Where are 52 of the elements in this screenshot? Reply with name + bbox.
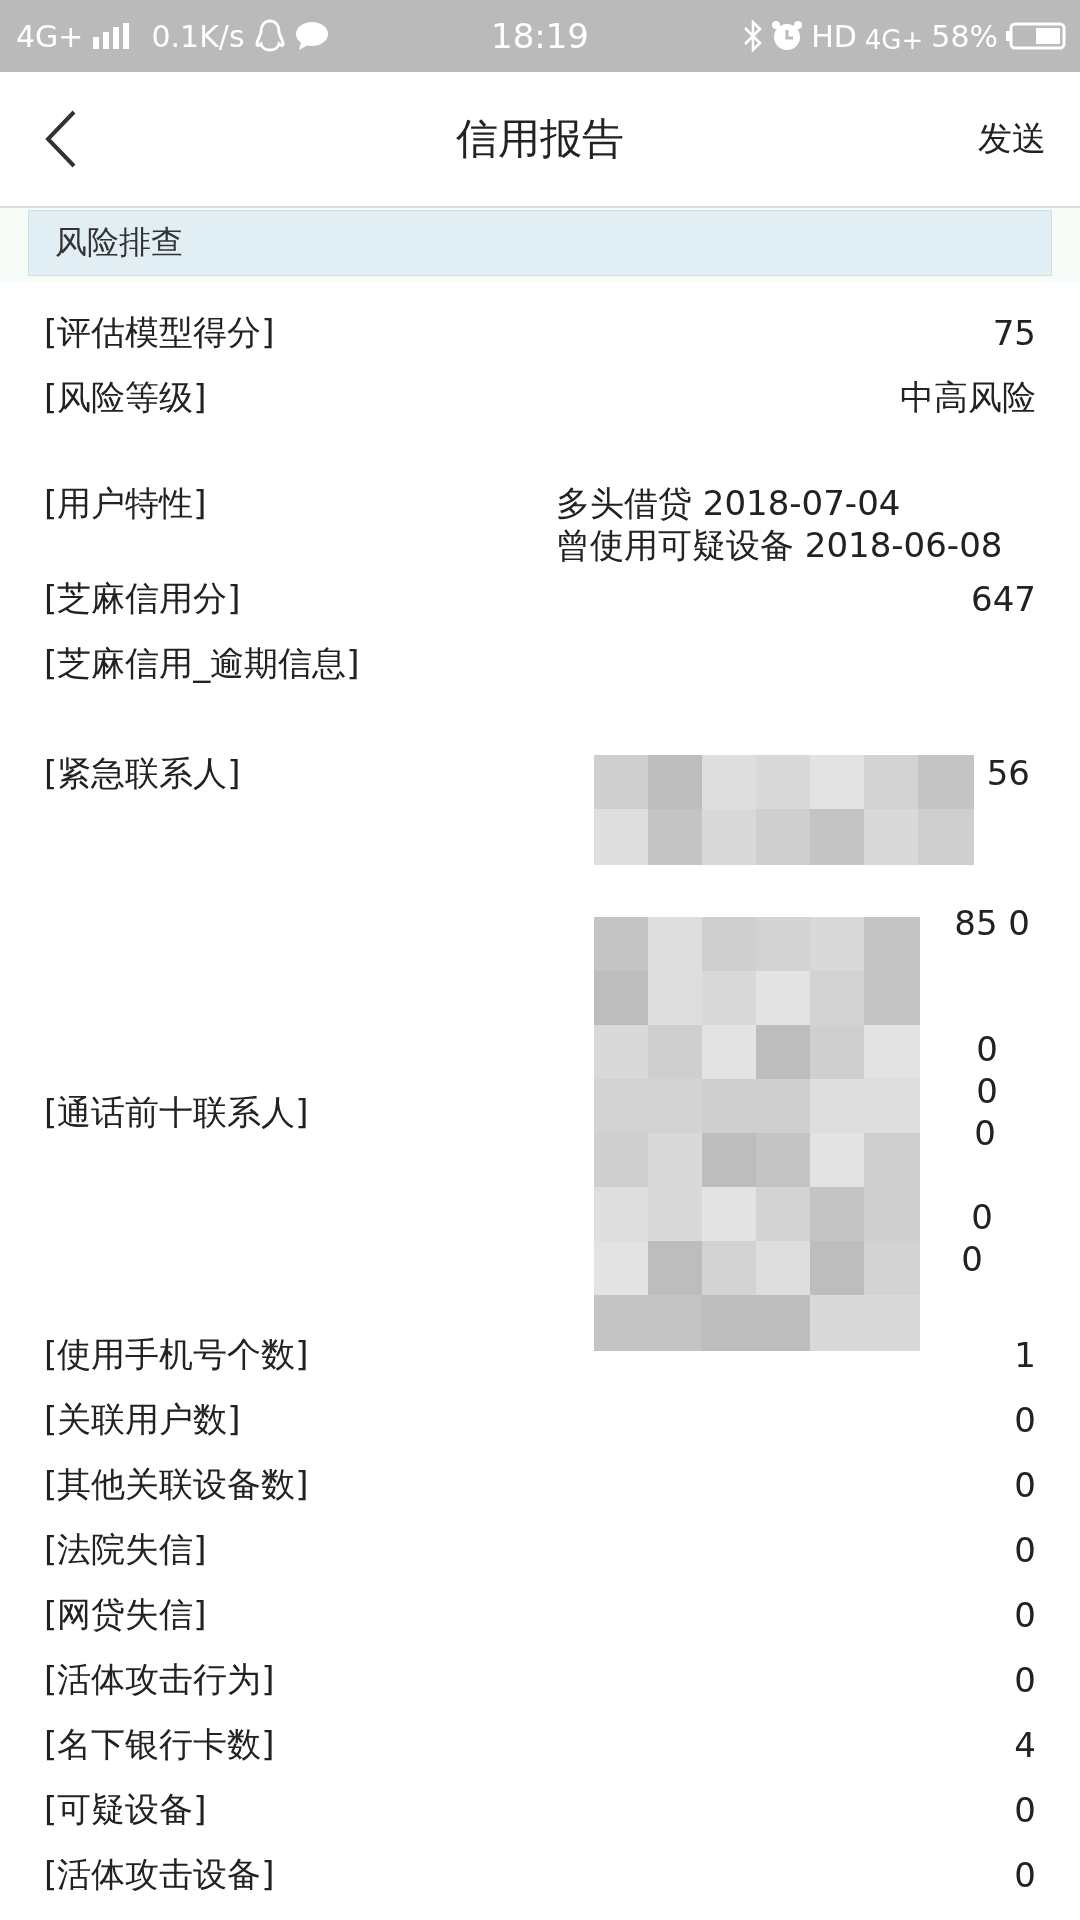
field-label: [用户特性] xyxy=(44,482,207,524)
field-value: 0 xyxy=(971,1196,993,1238)
field-value: 56 xyxy=(986,752,1030,794)
field-label: [可疑设备] xyxy=(44,1788,207,1831)
field-value: 曾使用可疑设备 2018-06-08 xyxy=(556,524,1004,566)
field-value: 0 xyxy=(1014,1854,1036,1895)
network-speed: 0.1K/s xyxy=(151,18,245,54)
field-label: [使用手机号个数] xyxy=(44,1333,309,1376)
signal-icon xyxy=(93,23,130,49)
field-value: 647 xyxy=(971,578,1036,619)
field-value: 0 xyxy=(1014,1659,1036,1700)
field-value: 0 xyxy=(961,1238,983,1280)
battery-icon xyxy=(1006,22,1066,50)
field-value: 0 xyxy=(1014,1399,1036,1440)
field-label: [风险等级] xyxy=(44,376,207,419)
field-label: [活体攻击设备] xyxy=(44,1853,275,1896)
field-value: 4 xyxy=(1014,1724,1036,1765)
network-label: 4G+ xyxy=(864,25,924,55)
penguin-icon xyxy=(254,19,285,53)
field-value: 多头借贷 2018-07-04 xyxy=(556,482,902,524)
clock-time: 18:19 xyxy=(491,16,589,56)
hd-label: HD xyxy=(811,18,857,54)
alarm-clock-icon xyxy=(771,20,804,52)
bluetooth-icon xyxy=(743,19,764,53)
battery-percent: 58% xyxy=(931,18,998,54)
section-header: 风险排查 xyxy=(28,210,1052,276)
page-title: 信用报告 xyxy=(456,113,624,165)
field-value: 0 xyxy=(1014,1789,1036,1830)
field-label: [芝麻信用_逾期信息] xyxy=(44,642,360,685)
field-label: [网贷失信] xyxy=(44,1593,207,1636)
field-value: 0 xyxy=(1014,1464,1036,1505)
field-label: [名下银行卡数] xyxy=(44,1723,275,1766)
field-value: 1 xyxy=(1014,1334,1036,1375)
field-value: 0 xyxy=(974,1112,996,1154)
field-value: 0 xyxy=(976,1070,998,1112)
field-label: [法院失信] xyxy=(44,1528,207,1571)
field-label: [紧急联系人] xyxy=(44,752,241,794)
chat-bubble-icon xyxy=(294,21,329,51)
field-label: [通话前十联系人] xyxy=(44,1090,309,1134)
send-button[interactable]: 发送 xyxy=(972,110,1052,168)
field-value: 0 xyxy=(1014,1529,1036,1570)
field-label: [关联用户数] xyxy=(44,1398,241,1441)
field-label: [评估模型得分] xyxy=(44,311,275,354)
field-value: 0 xyxy=(1014,1594,1036,1635)
field-label: [其他关联设备数] xyxy=(44,1463,309,1506)
field-value: 85 0 xyxy=(954,902,1030,944)
field-value: 75 xyxy=(992,312,1036,353)
network-label: 4G+ xyxy=(16,18,84,54)
field-value: 中高风险 xyxy=(900,375,1036,419)
field-label: [活体攻击行为] xyxy=(44,1658,275,1701)
field-label: [芝麻信用分] xyxy=(44,577,241,620)
field-value: 0 xyxy=(976,1028,998,1070)
